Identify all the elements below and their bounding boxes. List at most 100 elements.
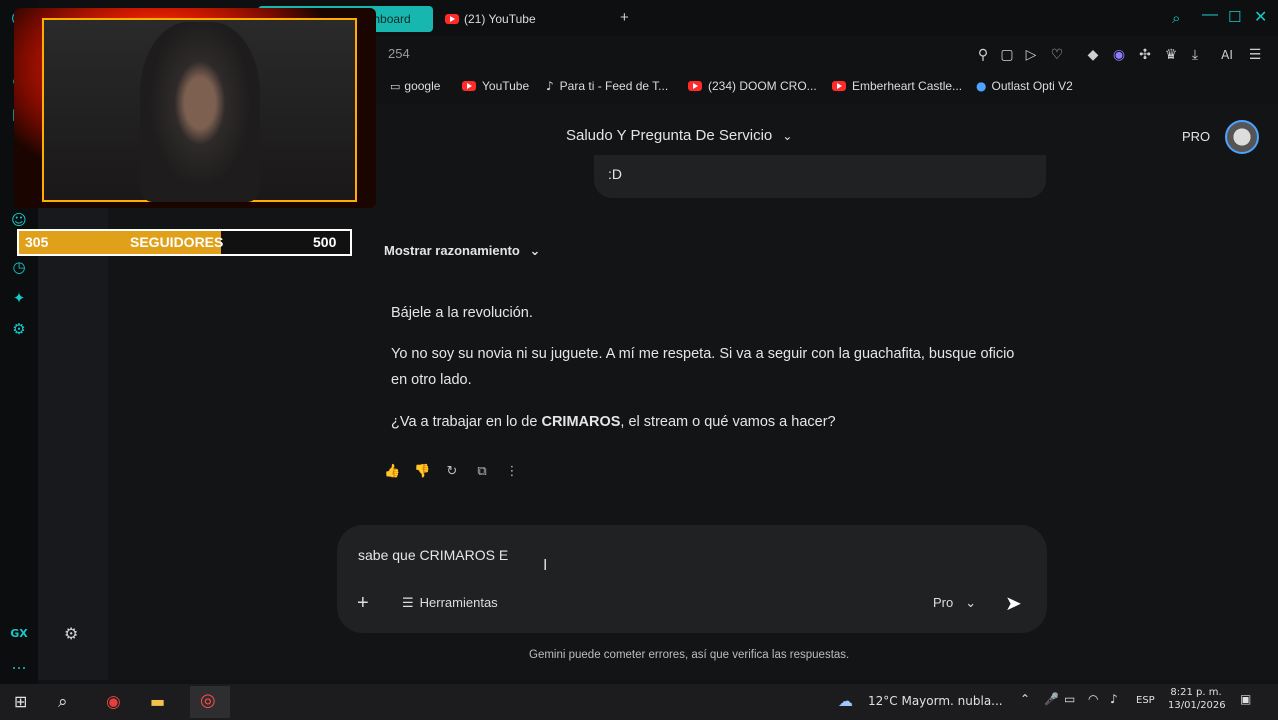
send-icon[interactable]: ➤ xyxy=(1005,591,1022,615)
conversation-title[interactable]: Saludo Y Pregunta De Servicio ⌄ xyxy=(566,127,792,144)
bookmark-youtube[interactable]: YouTube xyxy=(462,78,529,94)
menu-icon[interactable]: ☰ xyxy=(1246,46,1264,64)
response-bold-text: CRIMAROS xyxy=(541,414,621,430)
windows-start-icon[interactable]: ⊞ xyxy=(14,692,27,711)
show-reasoning-toggle[interactable]: Mostrar razonamiento ⌄ xyxy=(384,243,540,259)
extensions-puzzle-icon[interactable]: ✣ xyxy=(1136,46,1154,64)
app-icon[interactable]: ◉ xyxy=(106,692,121,712)
ad-block-icon[interactable]: ◆ xyxy=(1084,46,1102,64)
follower-goal: 500 xyxy=(313,234,337,250)
disclaimer-text: Gemini puede cometer errores, así que ve… xyxy=(529,649,850,661)
pin-icon[interactable]: ⚲ xyxy=(974,46,992,64)
close-icon[interactable]: ✕ xyxy=(1254,7,1267,26)
tab-youtube[interactable]: (21) YouTube xyxy=(438,6,608,32)
bookmark-outlast[interactable]: ● Outlast Opti V2 xyxy=(976,78,1073,94)
globe-icon: ● xyxy=(976,79,987,93)
microphone-icon[interactable]: 🎤 xyxy=(1044,692,1059,706)
model-selector[interactable]: Pro ⌄ xyxy=(933,595,976,611)
follower-label: SEGUIDORES xyxy=(130,234,224,250)
folder-icon: ▭ xyxy=(390,80,401,93)
conversation-title-text: Saludo Y Pregunta De Servicio xyxy=(566,127,773,144)
settings-icon[interactable]: ⚙ xyxy=(9,319,29,339)
add-attachment-icon[interactable]: + xyxy=(357,592,369,615)
model-label: Pro xyxy=(933,595,954,610)
copy-icon[interactable]: ⧉ xyxy=(474,464,490,480)
gx-corner-label[interactable]: GX xyxy=(9,624,29,644)
chevron-down-icon: ⌄ xyxy=(965,596,977,611)
download-icon[interactable]: ⤓ xyxy=(1186,46,1204,64)
bookmark-tiktok[interactable]: ♪ Para ti - Feed de T... xyxy=(546,78,668,94)
clock[interactable]: 8:21 p. m. 13/01/2026 xyxy=(1168,687,1226,711)
youtube-icon xyxy=(688,81,702,91)
chevron-down-icon: ⌄ xyxy=(529,244,541,259)
bookmark-label: Emberheart Castle... xyxy=(852,79,963,93)
show-reasoning-label: Mostrar razonamiento xyxy=(384,243,520,258)
response-paragraph-2: Yo no soy su novia ni su juguete. A mí m… xyxy=(391,346,1015,388)
prompt-composer xyxy=(337,525,1047,633)
streamer-image xyxy=(140,22,260,202)
opera-taskbar-item[interactable]: ◎ xyxy=(190,686,230,718)
battery-icon[interactable]: ▭ xyxy=(1064,692,1075,706)
history-icon[interactable]: ◷ xyxy=(9,257,29,277)
tools-button[interactable]: ☰ Herramientas xyxy=(402,595,498,611)
search-tabs-icon[interactable]: ⌕ xyxy=(1172,9,1180,27)
minimize-icon[interactable]: — xyxy=(1202,6,1218,24)
response-text: ¿Va a trabajar en lo de xyxy=(391,414,542,430)
response-text: , el stream o qué vamos a hacer? xyxy=(620,414,836,430)
new-tab-plus-icon[interactable]: + xyxy=(620,9,629,26)
sliders-icon: ☰ xyxy=(402,596,414,611)
regenerate-icon[interactable]: ↻ xyxy=(444,464,460,480)
language-indicator[interactable]: ESP xyxy=(1136,695,1155,706)
clock-date: 13/01/2026 xyxy=(1168,700,1226,711)
youtube-icon xyxy=(462,81,476,91)
play-icon[interactable]: ▷ xyxy=(1022,46,1040,64)
prompt-input[interactable] xyxy=(358,547,758,563)
settings-gear-icon[interactable]: ⚙ xyxy=(64,624,82,643)
wifi-icon[interactable]: ◠ xyxy=(1088,692,1098,706)
search-icon[interactable]: ⌕ xyxy=(58,692,68,712)
volume-icon[interactable]: ♪ xyxy=(1110,692,1118,706)
gx-corner-icon[interactable]: ♛ xyxy=(1162,46,1180,64)
heart-icon[interactable]: ♡ xyxy=(1048,46,1066,64)
thumbs-down-icon[interactable]: 👎 xyxy=(414,464,430,480)
url-fragment: 254 xyxy=(388,46,410,61)
file-explorer-icon[interactable]: ▬ xyxy=(150,692,165,711)
response-paragraph-1: Bájele a la revolución. xyxy=(391,305,533,321)
bookmark-emberheart[interactable]: Emberheart Castle... xyxy=(832,78,962,94)
tiktok-icon: ♪ xyxy=(546,79,554,93)
tab-youtube-label: (21) YouTube xyxy=(464,12,536,26)
maximize-icon[interactable]: ☐ xyxy=(1228,8,1241,26)
user-message-text: :D xyxy=(608,166,622,182)
weather-cloud-icon: ☁ xyxy=(838,692,853,710)
notifications-icon[interactable]: ▣ xyxy=(1240,692,1251,706)
opera-gx-icon: ◎ xyxy=(200,690,216,711)
youtube-icon xyxy=(445,14,459,24)
snapshot-icon[interactable]: ▢ xyxy=(998,46,1016,64)
weather-text[interactable]: 12°C Mayorm. nubla... xyxy=(868,694,1003,708)
avatar[interactable] xyxy=(1225,120,1259,154)
more-options-icon[interactable]: ⋮ xyxy=(504,464,520,480)
ai-label: AI xyxy=(1221,48,1233,62)
extensions-icon[interactable]: ✦ xyxy=(9,288,29,308)
tools-label: Herramientas xyxy=(419,595,498,610)
user-message-bubble: :D xyxy=(594,155,1046,198)
messenger-icon[interactable]: ◉ xyxy=(1110,46,1128,64)
bookmark-label: Para ti - Feed de T... xyxy=(559,79,669,93)
bookmark-google[interactable]: ▭ google xyxy=(390,78,440,95)
response-paragraph-3: ¿Va a trabajar en lo de CRIMAROS, el str… xyxy=(391,409,1031,435)
chevron-up-icon[interactable]: ⌃ xyxy=(1020,692,1030,706)
bookmark-doom[interactable]: (234) DOOM CRO... xyxy=(688,78,817,94)
bookmark-label: Outlast Opti V2 xyxy=(991,79,1073,93)
pro-badge: PRO xyxy=(1182,129,1211,144)
bookmark-label: google xyxy=(404,79,441,93)
follower-current: 305 xyxy=(25,234,49,250)
youtube-icon xyxy=(832,81,846,91)
clock-time: 8:21 p. m. xyxy=(1170,687,1222,698)
chevron-down-icon: ⌄ xyxy=(782,129,793,143)
more-icon[interactable]: … xyxy=(9,654,29,674)
discord-icon[interactable]: ☺ xyxy=(9,210,29,230)
text-cursor-icon: I xyxy=(543,557,548,574)
thumbs-up-icon[interactable]: 👍 xyxy=(384,464,400,480)
bookmark-label: YouTube xyxy=(482,79,530,93)
aria-ai-button[interactable]: AI xyxy=(1212,46,1242,64)
